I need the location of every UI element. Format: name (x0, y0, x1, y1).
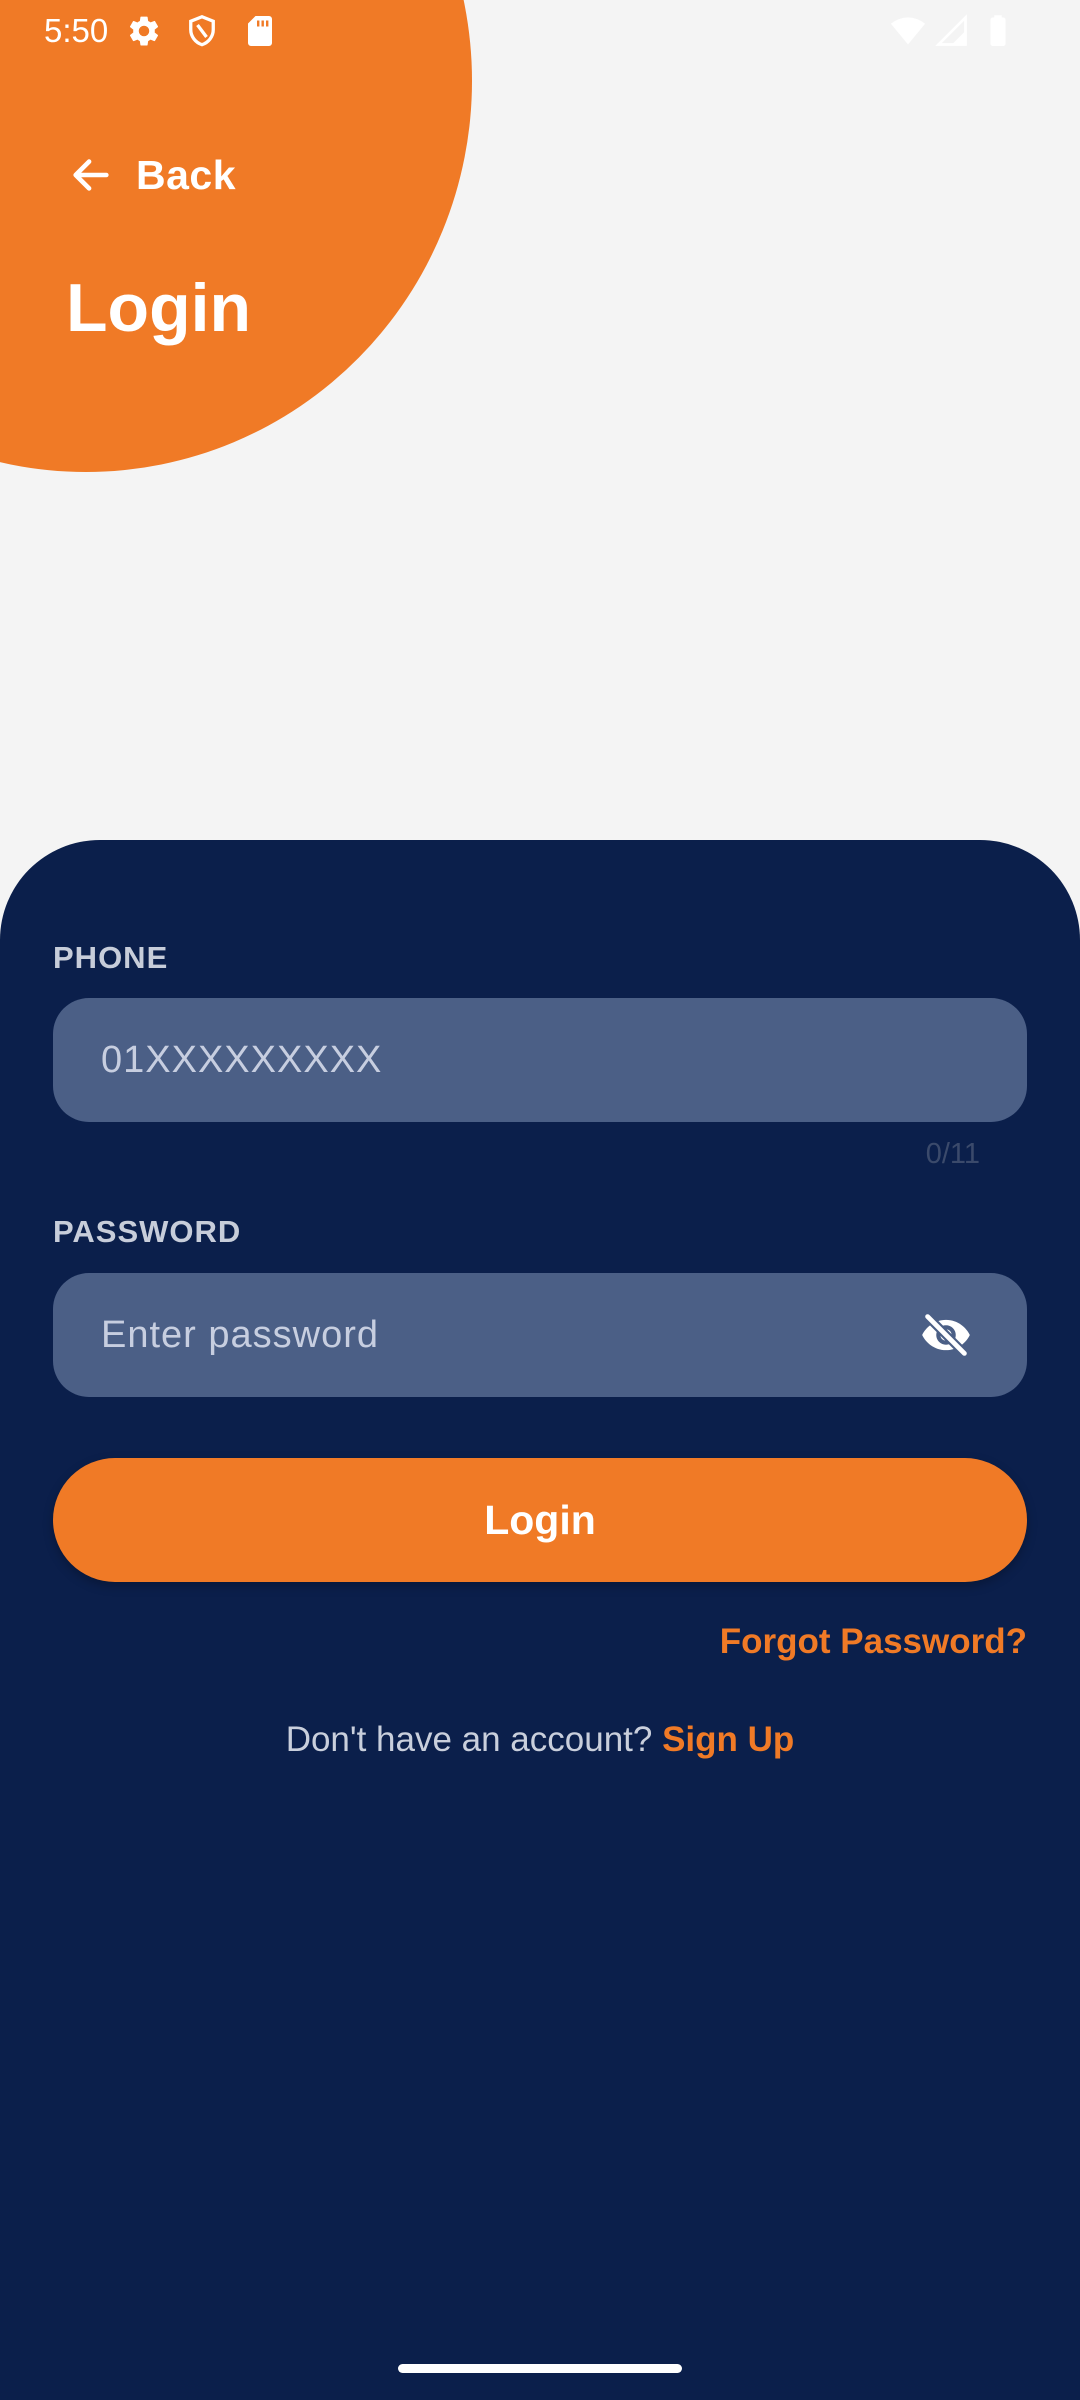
password-input[interactable] (101, 1273, 921, 1397)
status-bar: 5:50 (0, 0, 1080, 62)
sd-card-icon (242, 13, 278, 49)
signup-row: Don't have an account? Sign Up (0, 1720, 1080, 1760)
signup-link[interactable]: Sign Up (662, 1720, 794, 1759)
page-title: Login (66, 270, 252, 346)
orange-header-shape (0, 0, 472, 472)
battery-icon (980, 13, 1016, 49)
signal-icon (934, 13, 970, 49)
phone-label: PHONE (53, 940, 169, 975)
shield-icon (184, 13, 220, 49)
password-label: PASSWORD (53, 1214, 242, 1249)
password-field[interactable] (53, 1273, 1027, 1397)
phone-char-counter: 0/11 (925, 1138, 980, 1170)
forgot-password-link[interactable]: Forgot Password? (720, 1622, 1027, 1662)
arrow-left-icon (68, 152, 114, 198)
eye-off-icon[interactable] (917, 1309, 975, 1361)
login-button[interactable]: Login (53, 1458, 1027, 1582)
back-button[interactable]: Back (68, 140, 236, 210)
phone-input[interactable] (101, 998, 921, 1122)
wifi-icon (888, 13, 928, 49)
login-screen: 5:50 Back Login PHONE 0/11 PASSWO (0, 0, 1080, 2400)
back-label: Back (136, 151, 237, 198)
signup-prompt: Don't have an account? (285, 1720, 663, 1759)
phone-field[interactable] (53, 998, 1027, 1122)
gear-icon (126, 13, 162, 49)
home-indicator[interactable] (398, 2364, 682, 2373)
status-time: 5:50 (44, 12, 109, 49)
